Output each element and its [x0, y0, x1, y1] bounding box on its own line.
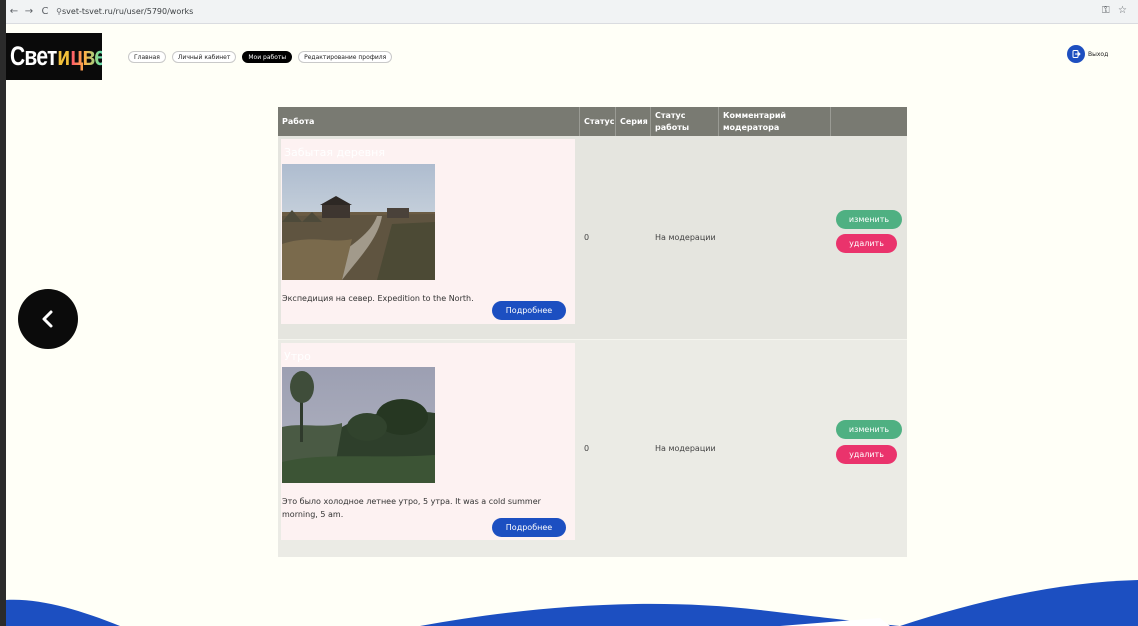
- more-button[interactable]: Подробнее: [492, 518, 566, 537]
- logo-word-i: и: [57, 41, 70, 71]
- page: ← → C ⚲ svet-tsvet.ru/ru/user/5790/works…: [0, 0, 1138, 626]
- logo-word-tsvet: цвет: [70, 37, 102, 75]
- menu-item-edit-profile[interactable]: Редактирование профиля: [298, 51, 393, 63]
- chevron-left-icon: [42, 310, 53, 328]
- forward-arrow-icon[interactable]: →: [22, 5, 36, 19]
- work-status-value: На модерации: [655, 233, 716, 242]
- site-logo[interactable]: Светицвет: [6, 33, 102, 80]
- work-title: Утро: [284, 350, 311, 363]
- work-card: Утро Это было холодное летнее утро, 5 ут…: [281, 343, 575, 540]
- footer-wave-decoration: [6, 580, 1138, 626]
- work-card: Забытая деревня Экспедиция на север. Exp…: [281, 139, 575, 324]
- status-value: 0: [584, 444, 590, 453]
- work-photo[interactable]: [282, 164, 435, 280]
- header-work-status: Статус работы: [651, 107, 719, 136]
- works-table: Работа Статус Серия Статус работы Коммен…: [278, 107, 907, 557]
- edit-button[interactable]: изменить: [836, 420, 902, 439]
- status-value: 0: [584, 233, 590, 242]
- exit-label: Выход: [1088, 50, 1109, 58]
- work-photo[interactable]: [282, 367, 435, 483]
- table-row: Утро Это было холодное летнее утро, 5 ут…: [278, 340, 907, 557]
- slider-back-button[interactable]: [18, 289, 78, 349]
- header-work: Работа: [278, 107, 580, 136]
- logout-icon: [1067, 45, 1085, 63]
- window-edge: [0, 0, 6, 626]
- browser-toolbar: ← → C ⚲ svet-tsvet.ru/ru/user/5790/works…: [0, 0, 1138, 24]
- table-header: Работа Статус Серия Статус работы Коммен…: [278, 107, 907, 136]
- back-arrow-icon[interactable]: ←: [7, 5, 21, 19]
- work-title: Забытая деревня: [284, 146, 385, 159]
- header-moderator-comment: Комментарий модератора: [719, 107, 831, 136]
- menu-item-cabinet[interactable]: Личный кабинет: [171, 51, 237, 63]
- logo-word-svet: Свет: [10, 41, 57, 71]
- exit-button[interactable]: Выход: [1067, 45, 1108, 63]
- header-actions: [831, 107, 907, 136]
- work-status-value: На модерации: [655, 444, 716, 453]
- password-key-icon[interactable]: ⚿: [1102, 5, 1110, 16]
- table-row: Забытая деревня Экспедиция на север. Exp…: [278, 136, 907, 339]
- delete-button[interactable]: удалить: [836, 445, 897, 464]
- address-bar[interactable]: svet-tsvet.ru/ru/user/5790/works: [62, 4, 193, 20]
- main-menu: Главная Личный кабинет Мои работы Редакт…: [128, 51, 393, 63]
- bookmark-star-icon[interactable]: ☆: [1118, 5, 1127, 16]
- edit-button[interactable]: изменить: [836, 210, 902, 229]
- delete-button[interactable]: удалить: [836, 234, 897, 253]
- more-button[interactable]: Подробнее: [492, 301, 566, 320]
- menu-item-my-works[interactable]: Мои работы: [242, 51, 293, 63]
- header-status: Статус: [580, 107, 616, 136]
- menu-item-home[interactable]: Главная: [128, 51, 166, 63]
- header-series: Серия: [616, 107, 651, 136]
- reload-icon[interactable]: C: [38, 5, 52, 19]
